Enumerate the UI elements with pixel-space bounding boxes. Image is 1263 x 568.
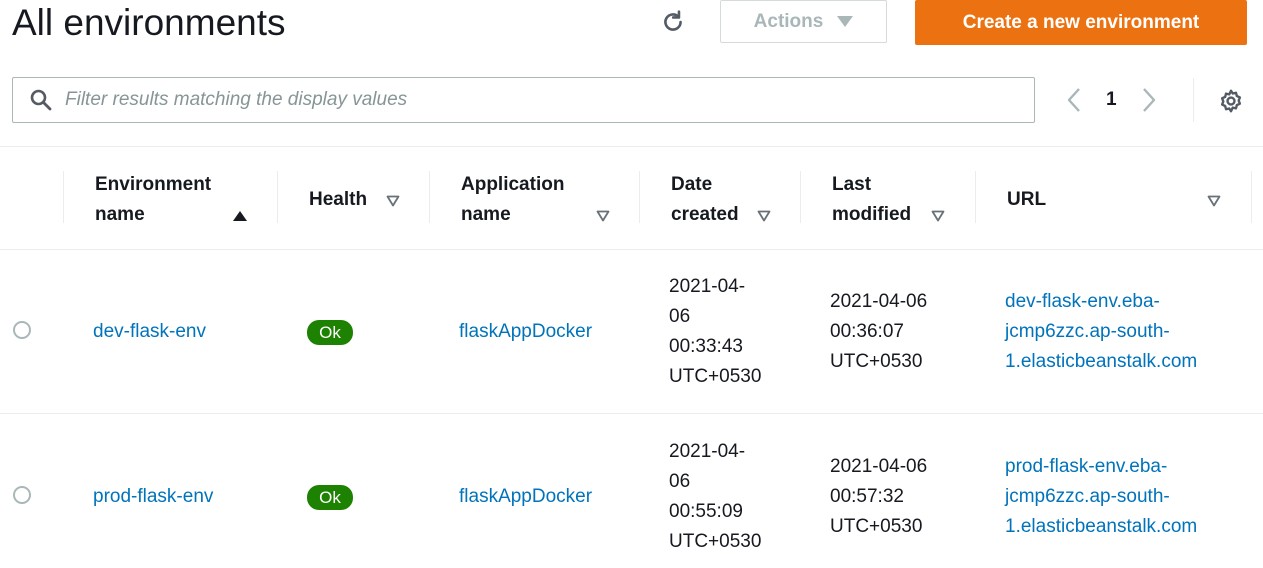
date-created-line: 06 <box>669 306 691 327</box>
gear-icon <box>1220 89 1242 113</box>
environment-name-link[interactable]: prod-flask-env <box>93 482 213 512</box>
column-divider <box>975 171 976 223</box>
last-modified-line: 2021-04-06 <box>830 291 928 312</box>
url-line: jcmp6zzc.ap-south- <box>1005 321 1170 342</box>
column-header-label: created <box>671 204 739 225</box>
create-environment-button[interactable]: Create a new environment <box>915 0 1247 45</box>
column-divider <box>639 171 640 223</box>
chevron-right-icon <box>1142 88 1155 112</box>
sort-ascending-icon <box>233 211 247 221</box>
column-header-label: Application <box>461 174 565 195</box>
actions-label: Actions <box>753 10 824 32</box>
sort-icon <box>596 210 610 222</box>
last-modified-line: 00:36:07 <box>830 321 904 342</box>
date-created-line: 2021-04- <box>669 276 746 297</box>
chevron-left-icon <box>1067 88 1080 112</box>
last-modified-line: 2021-04-06 <box>830 456 928 477</box>
environment-url-link[interactable]: prod-flask-env.eba- jcmp6zzc.ap-south- 1… <box>1005 452 1197 542</box>
url-line: 1.elasticbeanstalk.com <box>1005 351 1198 372</box>
column-header-last-modified[interactable]: Last modified <box>832 170 962 226</box>
column-divider <box>800 171 801 223</box>
health-status-badge: Ok <box>307 320 353 345</box>
column-divider <box>429 171 430 223</box>
column-header-label: URL <box>1007 189 1047 210</box>
preferences-button[interactable] <box>1216 86 1246 116</box>
date-created: 2021-04- 06 00:33:43 UTC+0530 <box>669 272 761 392</box>
column-header-label: modified <box>832 204 912 225</box>
column-header-label: Health <box>309 189 368 210</box>
last-modified: 2021-04-06 00:57:32 UTC+0530 <box>830 452 927 542</box>
last-modified-line: UTC+0530 <box>830 351 923 372</box>
date-created-line: 00:55:09 <box>669 501 743 522</box>
column-header-label: name <box>461 204 511 225</box>
caret-down-icon <box>837 16 854 27</box>
date-created-line: UTC+0530 <box>669 366 762 387</box>
column-divider <box>63 171 64 223</box>
table-row: prod-flask-env Ok flaskAppDocker 2021-04… <box>0 414 1263 568</box>
url-line: prod-flask-env.eba- <box>1005 456 1168 477</box>
last-modified-line: 00:57:32 <box>830 486 904 507</box>
search-box[interactable] <box>12 77 1035 123</box>
url-line: 1.elasticbeanstalk.com <box>1005 516 1198 537</box>
column-divider <box>277 171 278 223</box>
column-header-environment-name[interactable]: Environment name <box>95 170 265 226</box>
column-header-label: Date <box>671 174 713 195</box>
pagination: 1 <box>1060 83 1163 117</box>
table-row: dev-flask-env Ok flaskAppDocker 2021-04-… <box>0 250 1263 414</box>
last-modified-line: UTC+0530 <box>830 516 923 537</box>
health-status-badge: Ok <box>307 485 353 510</box>
sort-icon <box>931 210 945 222</box>
column-header-health[interactable]: Health <box>309 185 419 241</box>
actions-button[interactable]: Actions <box>720 0 887 43</box>
column-header-label: name <box>95 204 145 225</box>
application-name-link[interactable]: flaskAppDocker <box>459 482 592 512</box>
application-name-link[interactable]: flaskAppDocker <box>459 317 592 347</box>
next-page-button[interactable] <box>1135 83 1163 117</box>
column-divider <box>1251 171 1252 223</box>
search-input[interactable] <box>65 89 965 111</box>
url-line: dev-flask-env.eba- <box>1005 291 1160 312</box>
sort-icon <box>757 210 771 222</box>
date-created-line: 06 <box>669 471 691 492</box>
column-header-application-name[interactable]: Application name <box>461 170 621 226</box>
previous-page-button[interactable] <box>1060 83 1088 117</box>
refresh-button[interactable] <box>655 6 691 38</box>
row-select-radio[interactable] <box>13 486 31 504</box>
date-created-line: 2021-04- <box>669 441 746 462</box>
url-line: jcmp6zzc.ap-south- <box>1005 486 1170 507</box>
environment-name-link[interactable]: dev-flask-env <box>93 317 206 347</box>
search-icon <box>29 88 53 112</box>
column-header-label: Environment <box>95 174 212 195</box>
date-created-line: UTC+0530 <box>669 531 762 552</box>
sort-icon <box>386 195 400 207</box>
date-created-line: 00:33:43 <box>669 336 743 357</box>
column-header-date-created[interactable]: Date created <box>671 170 781 226</box>
column-header-url[interactable]: URL <box>1007 185 1227 241</box>
date-created: 2021-04- 06 00:55:09 UTC+0530 <box>669 437 761 557</box>
pager-divider <box>1193 78 1194 122</box>
table-header: Environment name Health Application name… <box>0 147 1263 250</box>
sort-icon <box>1207 195 1221 207</box>
refresh-icon <box>664 10 682 31</box>
column-header-label: Last <box>832 174 872 195</box>
current-page-number[interactable]: 1 <box>1106 89 1117 111</box>
page-title: All environments <box>12 2 286 43</box>
environment-url-link[interactable]: dev-flask-env.eba- jcmp6zzc.ap-south- 1.… <box>1005 287 1197 377</box>
row-select-radio[interactable] <box>13 321 31 339</box>
last-modified: 2021-04-06 00:36:07 UTC+0530 <box>830 287 927 377</box>
